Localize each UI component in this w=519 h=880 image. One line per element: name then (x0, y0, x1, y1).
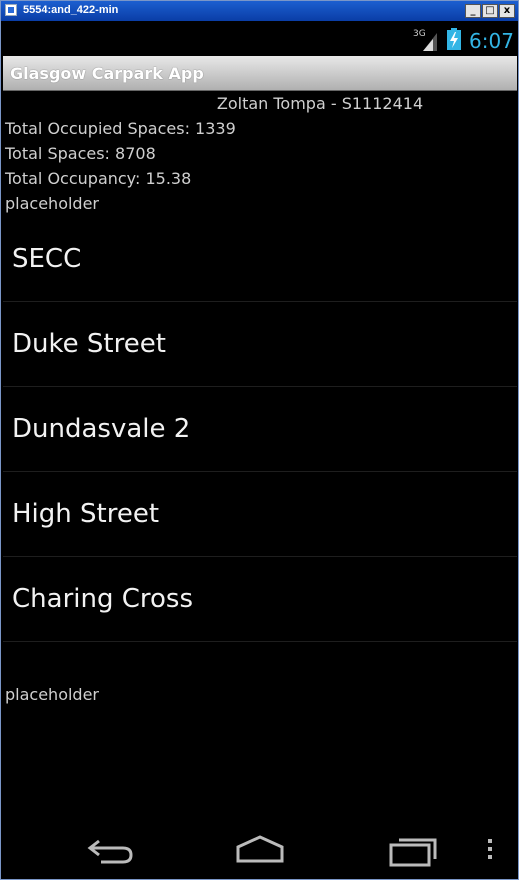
carpark-list-item[interactable]: High Street (3, 472, 517, 557)
occupancy-label: Total Occupancy: 15.38 (5, 169, 192, 188)
recents-icon[interactable] (387, 831, 439, 871)
total-spaces-label: Total Spaces: 8708 (5, 144, 156, 163)
status-clock: 6:07 (469, 29, 514, 53)
maximize-button[interactable]: □ (482, 4, 498, 18)
carpark-list-item[interactable]: Charing Cross (3, 557, 517, 642)
author-label: Zoltan Tompa - S1112414 (216, 94, 424, 113)
main-content: Zoltan Tompa - S1112414 Total Occupied S… (3, 91, 517, 823)
window-title: 5554:and_422-min (23, 4, 119, 16)
network-type-label: 3G (413, 29, 426, 39)
carpark-name: Charing Cross (12, 584, 193, 614)
signal-3g-icon: 3G (413, 29, 437, 51)
action-bar: Glasgow Carpark App (3, 56, 517, 91)
occupied-spaces-label: Total Occupied Spaces: 1339 (5, 119, 236, 138)
close-button[interactable]: x (499, 4, 515, 18)
app-title: Glasgow Carpark App (10, 64, 204, 83)
minimize-button[interactable]: _ (465, 4, 481, 18)
carpark-name: Duke Street (12, 329, 166, 359)
placeholder-top-label: placeholder (5, 194, 99, 213)
carpark-name: Dundasvale 2 (12, 414, 191, 444)
emulator-app-icon (5, 4, 17, 16)
home-icon[interactable] (233, 831, 287, 871)
carpark-name: SECC (12, 244, 82, 274)
back-icon[interactable] (85, 831, 135, 871)
carpark-list-item[interactable]: Duke Street (3, 302, 517, 387)
android-status-bar: 3G 6:07 (3, 21, 517, 56)
carpark-list-item[interactable]: Dundasvale 2 (3, 387, 517, 472)
carpark-name: High Street (12, 499, 160, 529)
carpark-list[interactable]: SECC Duke Street Dundasvale 2 High Stree… (3, 217, 517, 642)
window-titlebar[interactable]: 5554:and_422-min _ □ x (1, 1, 518, 21)
navigation-bar (3, 823, 517, 878)
emulator-window: 5554:and_422-min _ □ x 3G 6:07 Glasgow C… (0, 0, 519, 880)
carpark-list-item[interactable]: SECC (3, 217, 517, 302)
overflow-menu-icon[interactable] (483, 831, 497, 871)
battery-charging-icon (447, 28, 461, 50)
placeholder-bottom-label: placeholder (5, 685, 99, 704)
